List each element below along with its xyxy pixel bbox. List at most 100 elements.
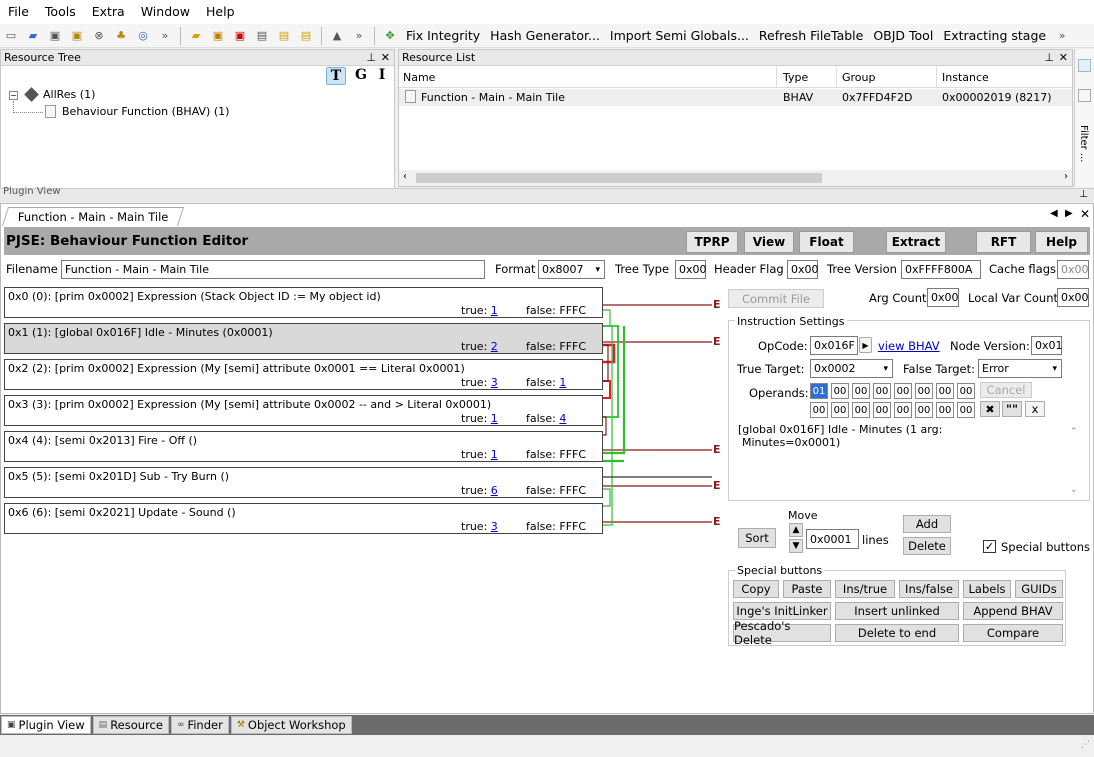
play-icon[interactable]: ▶ (859, 337, 872, 353)
node-1[interactable]: 0x1 (1): [global 0x016F] Idle - Minutes … (4, 323, 603, 354)
compare-button[interactable]: Compare (963, 624, 1063, 642)
pin-icon[interactable]: ⊥ (1044, 50, 1054, 65)
pin-icon[interactable]: ⊥ (366, 50, 376, 65)
tree-toggle-i[interactable]: I (375, 67, 389, 85)
operand-byte[interactable]: 00 (831, 383, 849, 399)
ins-true-button[interactable]: Ins/true (835, 580, 895, 598)
document-tab[interactable]: Function - Main - Main Tile (1, 207, 185, 226)
ins-false-button[interactable]: Ins/false (899, 580, 959, 598)
tree-toggle-g[interactable]: G (352, 67, 370, 85)
insert-unlinked-button[interactable]: Insert unlinked (835, 602, 959, 620)
tab-scroll-right-icon[interactable]: ▶ (1065, 208, 1073, 219)
menu-file[interactable]: File (0, 0, 37, 24)
scroll-left-icon[interactable]: ‹ (403, 171, 407, 182)
open-folder-icon[interactable]: ▰ (24, 28, 42, 44)
overflow-chevron-icon[interactable]: » (156, 28, 174, 44)
copy-button[interactable]: Copy (733, 580, 779, 598)
operand-byte[interactable]: 00 (810, 402, 828, 418)
menu-help[interactable]: Help (198, 0, 243, 24)
local-var-input[interactable]: 0x00 (1057, 288, 1089, 307)
guids-button[interactable]: GUIDs (1015, 580, 1063, 598)
column-instance[interactable]: Instance (942, 71, 989, 84)
help-button[interactable]: Help (1035, 231, 1088, 253)
false-link[interactable]: 4 (559, 412, 566, 425)
fix-integrity-button[interactable]: Fix Integrity (401, 28, 485, 43)
tab-resource[interactable]: ▤ Resource (92, 716, 169, 734)
view-button[interactable]: View (744, 231, 794, 253)
operand-byte[interactable]: 00 (957, 402, 975, 418)
tree-expander-icon[interactable]: − (9, 91, 18, 100)
objd-tool-button[interactable]: OBJD Tool (868, 28, 938, 43)
delete-to-end-button[interactable]: Delete to end (835, 624, 959, 642)
horizontal-scrollbar[interactable]: ‹ › (399, 170, 1072, 186)
remove-icon[interactable]: ▣ (231, 28, 249, 44)
view-bhav-link[interactable]: view BHAV (878, 339, 940, 353)
resize-grip-icon[interactable]: ⋰ (1081, 740, 1090, 750)
comment-icon[interactable]: ▤ (253, 28, 271, 44)
tab-plugin-view[interactable]: ▣ Plugin View (1, 716, 91, 734)
node-version-input[interactable]: 0x01 (1031, 336, 1063, 355)
tree-version-input[interactable]: 0xFFFF800A (901, 260, 981, 279)
tab-scroll-left-icon[interactable]: ◀ (1050, 208, 1058, 219)
side-tab-icon[interactable] (1078, 89, 1091, 102)
scroll-down-icon[interactable]: ⌄ (1070, 485, 1078, 495)
cancel-button[interactable]: Cancel (980, 382, 1032, 398)
hash-generator-button[interactable]: Hash Generator... (485, 28, 605, 43)
overflow-chevron-icon[interactable]: » (350, 28, 368, 44)
menu-tools[interactable]: Tools (37, 0, 84, 24)
menu-window[interactable]: Window (133, 0, 198, 24)
sort-button[interactable]: Sort (738, 528, 776, 548)
true-link[interactable]: 2 (491, 340, 498, 353)
opcode-input[interactable]: 0x016F (810, 336, 858, 355)
close-panel-icon[interactable]: ✕ (381, 50, 390, 65)
search-icon[interactable]: ◎ (134, 28, 152, 44)
node-5[interactable]: 0x5 (5): [semi 0x201D] Sub - Try Burn ()… (4, 467, 603, 498)
operand-byte[interactable]: 00 (957, 383, 975, 399)
true-link[interactable]: 3 (491, 520, 498, 533)
true-link[interactable]: 1 (491, 412, 498, 425)
filename-input[interactable]: Function - Main - Main Tile (61, 260, 485, 279)
operand-byte[interactable]: 00 (915, 402, 933, 418)
close-icon[interactable]: ⊗ (90, 28, 108, 44)
tab-finder[interactable]: ∞ Finder (170, 716, 229, 734)
column-type[interactable]: Type (783, 71, 808, 84)
tree-child-item[interactable]: Behaviour Function (BHAV) (1) (62, 105, 229, 118)
node-6[interactable]: 0x6 (6): [semi 0x2021] Update - Sound ()… (4, 503, 603, 534)
node-4[interactable]: 0x4 (4): [semi 0x2013] Fire - Off () tru… (4, 431, 603, 462)
operand-byte[interactable]: 00 (873, 383, 891, 399)
scroll-right-icon[interactable]: › (1064, 171, 1068, 182)
operand-byte[interactable]: 00 (873, 402, 891, 418)
operand-byte[interactable]: 00 (852, 383, 870, 399)
hat-icon[interactable]: ▲ (328, 28, 346, 44)
paste-button[interactable]: Paste (783, 580, 831, 598)
true-link[interactable]: 6 (491, 484, 498, 497)
package-icon[interactable]: ▣ (209, 28, 227, 44)
operand-byte[interactable]: 00 (852, 402, 870, 418)
save-as-icon[interactable]: ▣ (68, 28, 86, 44)
labels-button[interactable]: Labels (963, 580, 1011, 598)
x-button[interactable]: x (1025, 401, 1045, 417)
tools-icon[interactable]: ✖ (980, 401, 1000, 417)
false-link[interactable]: 1 (559, 376, 566, 389)
close-document-icon[interactable]: ✕ (1080, 207, 1090, 221)
operand-byte[interactable]: 00 (936, 402, 954, 418)
node-2[interactable]: 0x2 (2): [prim 0x0002] Expression (My [s… (4, 359, 603, 390)
operand-byte[interactable]: 00 (831, 402, 849, 418)
true-target-select[interactable]: 0x0002 ▾ (810, 359, 893, 378)
refresh-filetable-button[interactable]: Refresh FileTable (754, 28, 868, 43)
pin-icon[interactable]: ⊥ (1079, 189, 1088, 200)
node-3[interactable]: 0x3 (3): [prim 0x0002] Expression (My [s… (4, 395, 603, 426)
overflow-chevron-icon[interactable]: » (1053, 28, 1071, 44)
false-target-select[interactable]: Error ▾ (978, 359, 1062, 378)
note-icon[interactable]: ▤ (275, 28, 293, 44)
tree-type-input[interactable]: 0x00 (675, 260, 707, 279)
operand-byte[interactable]: 01 (810, 383, 828, 399)
list-icon[interactable]: ▤ (297, 28, 315, 44)
operand-byte[interactable]: 00 (936, 383, 954, 399)
special-buttons-checkbox[interactable]: ✓ (983, 540, 996, 553)
list-row[interactable]: Function - Main - Main Tile BHAV 0x7FFD4… (399, 89, 1072, 106)
new-file-icon[interactable]: ▭ (2, 28, 20, 44)
scroll-thumb[interactable] (416, 173, 822, 183)
rft-button[interactable]: RFT (976, 231, 1031, 253)
quote-button[interactable]: "" (1002, 401, 1022, 417)
